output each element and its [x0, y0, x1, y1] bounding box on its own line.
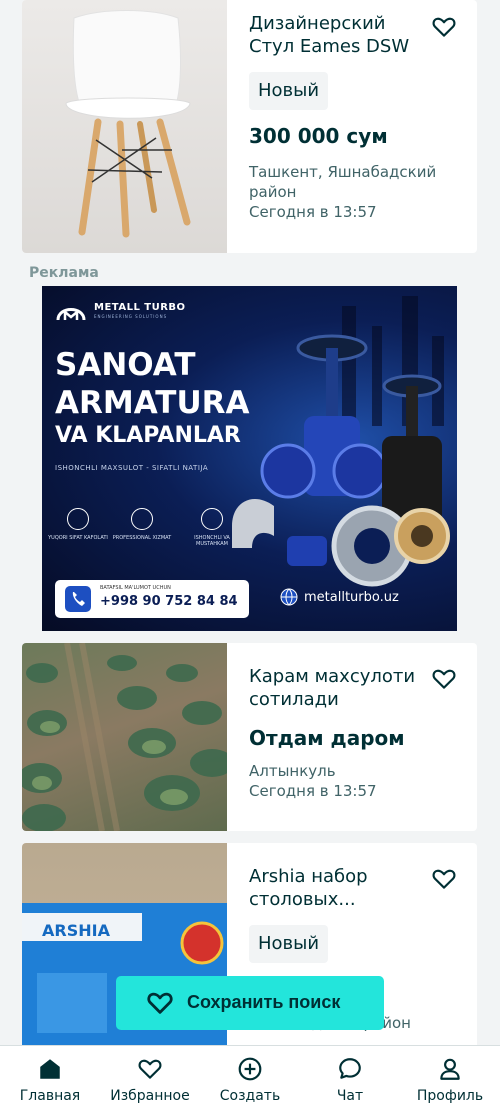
nav-item-favorites[interactable]: Избранное: [100, 1046, 200, 1114]
ad-headline-1: SANOAT: [55, 347, 196, 383]
condition-badge: Новый: [249, 72, 329, 110]
listing-location: Ташкент, Яшнабадский район: [249, 163, 437, 201]
listing-photo[interactable]: [22, 643, 227, 831]
condition-badge: Новый: [249, 925, 329, 963]
listing-photo[interactable]: ARSHIA: [22, 843, 227, 1063]
nav-label: Профиль: [416, 1088, 484, 1104]
ad-headline-3: VA KLAPANLAR: [55, 423, 241, 448]
nav-item-create[interactable]: Создать: [200, 1046, 300, 1114]
ad-brand-sub: ENGINEERING SOLUTIONS: [94, 314, 168, 319]
ad-brand: METALL TURBO: [94, 302, 186, 313]
ad-banner[interactable]: METALL TURBO ENGINEERING SOLUTIONS SANOA…: [42, 286, 457, 631]
cutlery-box-brand: ARSHIA: [42, 921, 110, 940]
heart-icon[interactable]: [431, 866, 457, 892]
ad-label: Реклама: [29, 265, 99, 281]
heart-icon: [138, 1059, 162, 1079]
ad-phone-box: BATAFSIL MA'LUMOT UCHUN +998 90 752 84 8…: [55, 580, 249, 618]
nav-item-chat[interactable]: Чат: [300, 1046, 400, 1114]
ad-feature: YUQORI SIFAT KAFOLATI: [48, 508, 108, 541]
listing-photo[interactable]: [22, 0, 227, 253]
listing-price: 300 000 сум: [249, 124, 388, 148]
listing-date: Сегодня в 13:57: [249, 782, 377, 800]
listing-title[interactable]: Карам махсулоти сотилади: [249, 665, 419, 711]
heart-icon[interactable]: [431, 666, 457, 692]
chair-image: [65, 10, 191, 238]
metall-turbo-logo-icon: [56, 308, 86, 321]
nav-item-profile[interactable]: Профиль: [400, 1046, 500, 1114]
listing-location: Алтынкуль: [249, 762, 336, 780]
globe-icon: [280, 588, 298, 606]
save-search-label: Сохранить поиск: [187, 992, 341, 1012]
plus-circle-icon: [238, 1057, 262, 1081]
ad-phone-number: +998 90 752 84 84: [100, 594, 238, 609]
shield-icon: [67, 508, 89, 530]
ad-website: metallturbo.uz: [304, 590, 399, 605]
listing-title[interactable]: Дизайнерский Стул Eames DSW: [249, 12, 419, 58]
listing-title[interactable]: Arshia набор столовых...: [249, 865, 419, 911]
listing-card[interactable]: ARSHIA Arshia набор столовых... Новый ад…: [22, 843, 477, 1063]
nav-label: Создать: [219, 1088, 281, 1104]
home-icon: [40, 1059, 60, 1079]
cabbage-field-image: [22, 643, 227, 831]
listing-card[interactable]: Дизайнерский Стул Eames DSW Новый 300 00…: [22, 0, 477, 253]
save-search-button[interactable]: Сохранить поиск: [116, 976, 384, 1030]
profile-icon: [440, 1058, 460, 1080]
gear-icon: [201, 508, 223, 530]
phone-icon: [65, 586, 91, 612]
nav-item-home[interactable]: Главная: [0, 1046, 100, 1114]
nav-label: Чат: [336, 1088, 364, 1104]
heart-icon[interactable]: [431, 14, 457, 40]
ad-headline-2: ARMATURA: [55, 385, 250, 421]
ad-phone-caption: BATAFSIL MA'LUMOT UCHUN: [100, 585, 171, 591]
chat-icon: [339, 1058, 361, 1079]
listing-price: Отдам даром: [249, 726, 405, 750]
cutlery-box-image: [22, 903, 227, 1063]
ad-feature: PROFESSIONAL XIZMAT: [112, 508, 172, 541]
bottom-nav: Главная Избранное Создать Чат Профиль: [0, 1045, 500, 1114]
listing-card[interactable]: Карам махсулоти сотилади Отдам даром Алт…: [22, 643, 477, 831]
listing-date: Сегодня в 13:57: [249, 203, 377, 221]
nav-label: Главная: [19, 1088, 81, 1104]
nav-label: Избранное: [110, 1088, 190, 1104]
heart-icon: [147, 992, 173, 1014]
headset-icon: [131, 508, 153, 530]
ad-tagline: ISHONCHLI MAXSULOT - SIFATLI NATIJA: [55, 464, 209, 472]
ad-feature: ISHONCHLI VA MUSTAHKAM: [182, 508, 242, 547]
